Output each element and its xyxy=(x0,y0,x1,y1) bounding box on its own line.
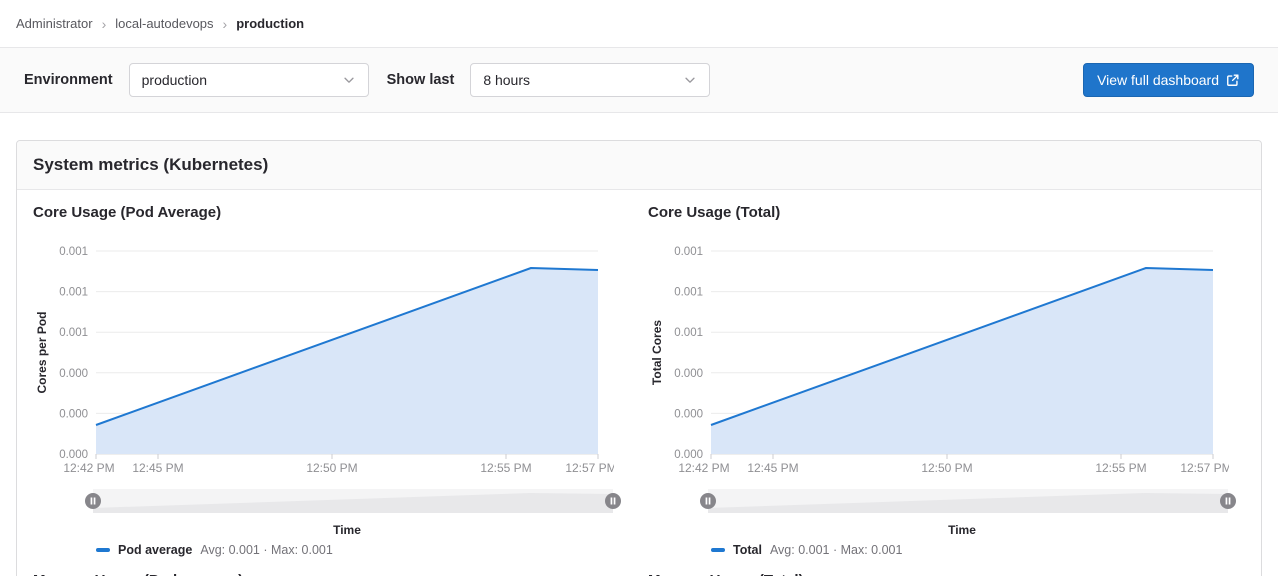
y-axis-title: Total Cores xyxy=(650,320,664,385)
chart-title: Core Usage (Total) xyxy=(648,204,1229,221)
chart-core-usage-total: Core Usage (Total) 0.001 0.001 0.001 xyxy=(648,204,1229,557)
chart-zoom-slider[interactable] xyxy=(93,489,613,513)
x-axis-ticks xyxy=(96,454,598,459)
environment-label: Environment xyxy=(24,72,113,88)
x-axis-ticks xyxy=(711,454,1213,459)
x-axis-tick-labels: 12:42 PM 12:45 PM 12:50 PM 12:55 PM 12:5… xyxy=(63,461,614,475)
series-area xyxy=(96,268,598,454)
y-axis-title: Cores per Pod xyxy=(35,311,49,393)
svg-text:12:42 PM: 12:42 PM xyxy=(678,461,729,475)
svg-text:12:50 PM: 12:50 PM xyxy=(921,461,972,475)
breadcrumb-bar: Administrator › local-autodevops › produ… xyxy=(0,0,1278,47)
x-axis-tick-labels: 12:42 PM 12:45 PM 12:50 PM 12:55 PM 12:5… xyxy=(678,461,1229,475)
svg-text:0.001: 0.001 xyxy=(59,287,88,299)
legend-item[interactable]: Total Avg: 0.001 · Max: 0.001 xyxy=(711,543,1229,557)
chart-plot-area[interactable]: 0.001 0.001 0.001 0.000 0.000 0.000 Core… xyxy=(33,239,614,477)
x-axis-title: Time xyxy=(711,523,1213,537)
chevron-down-icon xyxy=(342,73,356,87)
breadcrumb-item-current: production xyxy=(236,16,304,31)
svg-text:0.001: 0.001 xyxy=(674,327,703,339)
slider-left-handle-icon[interactable] xyxy=(84,492,102,510)
svg-text:0.001: 0.001 xyxy=(674,287,703,299)
svg-text:12:57 PM: 12:57 PM xyxy=(565,461,614,475)
section-title: System metrics (Kubernetes) xyxy=(33,155,1245,175)
show-last-label: Show last xyxy=(387,72,455,88)
svg-text:12:55 PM: 12:55 PM xyxy=(1095,461,1146,475)
breadcrumb: Administrator › local-autodevops › produ… xyxy=(16,16,304,31)
breadcrumb-item-administrator[interactable]: Administrator xyxy=(16,16,93,31)
slider-right-handle-icon[interactable] xyxy=(1219,492,1237,510)
legend-series-stats: Avg: 0.001 · Max: 0.001 xyxy=(770,543,903,557)
breadcrumb-separator: › xyxy=(102,17,107,31)
svg-text:12:55 PM: 12:55 PM xyxy=(480,461,531,475)
environment-select[interactable]: production xyxy=(129,63,369,97)
svg-text:12:42 PM: 12:42 PM xyxy=(63,461,114,475)
series-area xyxy=(711,268,1213,454)
slider-right-handle-icon[interactable] xyxy=(604,492,622,510)
chart-zoom-slider[interactable] xyxy=(708,489,1228,513)
slider-track[interactable] xyxy=(93,489,613,513)
svg-text:12:45 PM: 12:45 PM xyxy=(747,461,798,475)
y-axis-tick-labels: 0.001 0.001 0.001 0.000 0.000 0.000 xyxy=(674,246,703,461)
metrics-card-body: Core Usage (Pod Average) 0.001 0.0 xyxy=(17,190,1261,576)
chart-title: Core Usage (Pod Average) xyxy=(33,204,614,221)
chart-plot-area[interactable]: 0.001 0.001 0.001 0.000 0.000 0.000 Tota… xyxy=(648,239,1229,477)
svg-text:0.001: 0.001 xyxy=(674,246,703,258)
chart-core-usage-pod-average: Core Usage (Pod Average) 0.001 0.0 xyxy=(33,204,614,557)
series-swatch xyxy=(711,548,725,552)
y-axis-tick-labels: 0.001 0.001 0.001 0.000 0.000 0.000 xyxy=(59,246,88,461)
view-full-dashboard-label: View full dashboard xyxy=(1097,72,1219,88)
svg-text:0.001: 0.001 xyxy=(59,246,88,258)
show-last-select[interactable]: 8 hours xyxy=(470,63,710,97)
x-axis-title: Time xyxy=(96,523,598,537)
svg-text:0.001: 0.001 xyxy=(59,327,88,339)
slider-left-handle-icon[interactable] xyxy=(699,492,717,510)
external-link-icon xyxy=(1226,73,1240,87)
series-swatch xyxy=(96,548,110,552)
svg-text:12:45 PM: 12:45 PM xyxy=(132,461,183,475)
chevron-down-icon xyxy=(683,73,697,87)
legend-series-name: Total xyxy=(733,543,762,557)
chart-title-memory-pod-average: Memory Usage (Pod average) xyxy=(33,572,614,576)
svg-text:0.000: 0.000 xyxy=(674,449,703,461)
legend-series-stats: Avg: 0.001 · Max: 0.001 xyxy=(200,543,333,557)
show-last-select-value: 8 hours xyxy=(483,72,530,88)
next-charts-row: Memory Usage (Pod average) Memory Usage … xyxy=(33,572,1245,576)
filter-toolbar: Environment production Show last 8 hours… xyxy=(0,47,1278,113)
chart-title-memory-total: Memory Usage (Total) xyxy=(648,572,1229,576)
legend-item[interactable]: Pod average Avg: 0.001 · Max: 0.001 xyxy=(96,543,614,557)
legend-series-name: Pod average xyxy=(118,543,192,557)
svg-text:12:50 PM: 12:50 PM xyxy=(306,461,357,475)
svg-text:0.000: 0.000 xyxy=(674,368,703,380)
metrics-card: System metrics (Kubernetes) Core Usage (… xyxy=(16,140,1262,576)
svg-text:0.000: 0.000 xyxy=(59,368,88,380)
view-full-dashboard-button[interactable]: View full dashboard xyxy=(1083,63,1254,97)
svg-text:0.000: 0.000 xyxy=(674,408,703,420)
svg-text:0.000: 0.000 xyxy=(59,449,88,461)
breadcrumb-item-project[interactable]: local-autodevops xyxy=(115,16,213,31)
slider-track[interactable] xyxy=(708,489,1228,513)
svg-text:0.000: 0.000 xyxy=(59,408,88,420)
metrics-card-header: System metrics (Kubernetes) xyxy=(17,141,1261,190)
environment-select-value: production xyxy=(142,72,207,88)
svg-text:12:57 PM: 12:57 PM xyxy=(1180,461,1229,475)
breadcrumb-separator: › xyxy=(223,17,228,31)
